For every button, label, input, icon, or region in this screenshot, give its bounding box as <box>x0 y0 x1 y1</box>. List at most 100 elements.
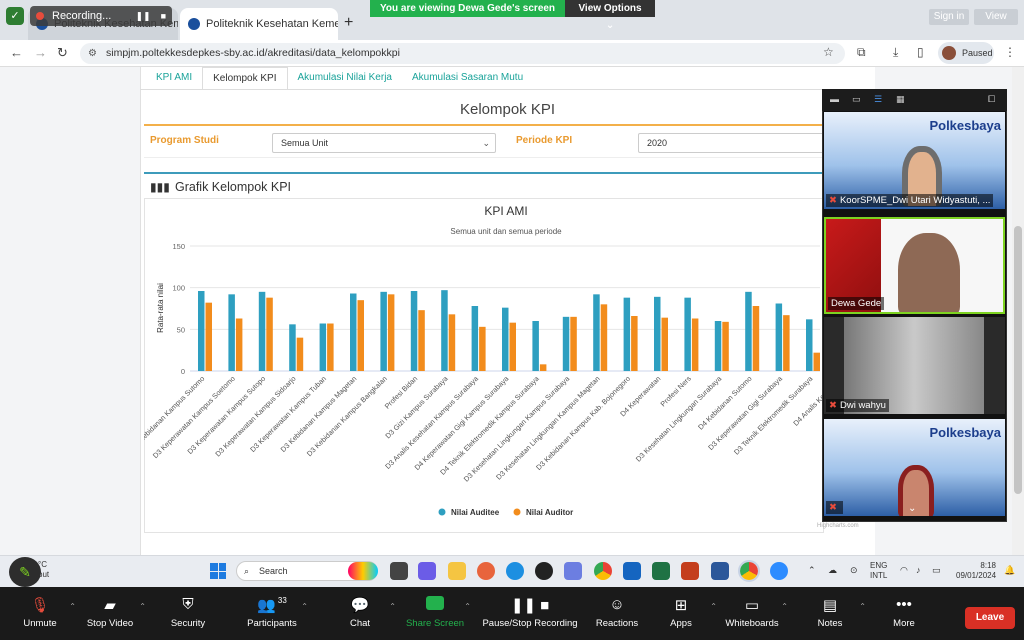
edge-icon[interactable] <box>506 562 524 580</box>
participant-name: ✖ KoorSPME_Dwi Utari Widyastuti, ... <box>826 194 994 207</box>
download-icon[interactable]: ⤓ <box>893 45 898 60</box>
participants-button[interactable]: 👥 33 Participants ⌃ <box>232 596 312 629</box>
dell-icon[interactable] <box>535 562 553 580</box>
program-studi-select[interactable]: Semua Unit ⌄ <box>272 133 496 153</box>
logo-text: Polkesbaya <box>929 425 1001 440</box>
apps-icon: ⊞ <box>674 597 688 614</box>
copilot-icon[interactable] <box>564 562 582 580</box>
share-screen-button[interactable]: Share Screen ⌃ <box>395 596 475 629</box>
back-icon[interactable]: ← <box>10 45 23 60</box>
sign-in-button[interactable]: Sign in <box>929 9 969 25</box>
zoom-app-icon[interactable] <box>770 562 788 580</box>
bar-auditor <box>631 316 638 371</box>
side-panel-icon[interactable]: ▯ <box>917 45 924 59</box>
recording-indicator[interactable]: Recording... ❚❚ ■ <box>30 6 172 26</box>
forward-icon[interactable]: → <box>34 45 47 60</box>
strip-view-icon[interactable]: ☰ <box>874 94 882 105</box>
chart-credit[interactable]: Highcharts.com <box>817 523 859 529</box>
site-info-icon[interactable]: ⚙ <box>88 43 97 64</box>
browser-tab-2[interactable]: Politeknik Kesehatan Kemenke ✕ <box>180 8 338 40</box>
y-axis-label: Rata-rata nilai <box>156 283 165 333</box>
profile-button[interactable]: Paused <box>938 42 994 64</box>
bar-auditor <box>448 314 456 371</box>
kpi-tabs: KPI AMI Kelompok KPI Akumulasi Nilai Ker… <box>146 67 533 89</box>
view-button[interactable]: View <box>974 9 1018 25</box>
powerpoint-icon[interactable] <box>681 562 699 580</box>
taskbar-clock[interactable]: 8:18 09/01/2024 <box>956 561 996 581</box>
bar-auditee <box>258 291 266 371</box>
site-favicon <box>188 18 200 30</box>
legend-label: Nilai Auditee <box>451 508 500 517</box>
menu-kebab-icon[interactable]: ⋮ <box>1004 45 1016 59</box>
tab-kpi-ami[interactable]: KPI AMI <box>146 67 202 89</box>
location-icon[interactable]: ⊙ <box>850 565 858 576</box>
tray-chevron-icon[interactable]: ⌃ <box>808 565 816 576</box>
widgets-icon[interactable] <box>348 562 378 580</box>
chart-subtitle: Semua unit dan semua periode <box>450 227 562 236</box>
stop-icon[interactable]: ■ <box>161 11 166 22</box>
extensions-icon[interactable]: ⧉ <box>857 45 866 60</box>
gallery-view-icon[interactable]: ▦ <box>896 94 905 105</box>
pause-icon[interactable]: ❚❚ <box>135 11 150 22</box>
tab-akumulasi-nilai-kerja[interactable]: Akumulasi Nilai Kerja <box>288 67 402 89</box>
teams-icon[interactable] <box>418 562 436 580</box>
reload-icon[interactable]: ↻ <box>57 45 68 61</box>
recording-label: Recording... <box>52 10 112 22</box>
new-tab-icon[interactable]: + <box>344 14 353 32</box>
file-explorer-icon[interactable] <box>448 562 466 580</box>
chrome-icon[interactable] <box>594 562 612 580</box>
stop-video-button[interactable]: ▰ Stop Video ⌃ <box>70 596 150 629</box>
address-bar: ← → ↻ ⚙ simpjm.poltekkesdepkes-sby.ac.id… <box>0 40 1024 67</box>
apps-button[interactable]: ⊞ Apps ⌃ <box>641 596 721 629</box>
minimize-icon[interactable]: ▬ <box>830 94 839 104</box>
battery-icon[interactable]: ▭ <box>932 565 941 576</box>
video-tile[interactable]: Polkesbaya ✖ <box>824 419 1005 516</box>
security-button[interactable]: ⛨ Security <box>148 596 228 629</box>
chevron-down-icon[interactable]: ⌄ <box>908 503 916 514</box>
tab-kelompok-kpi[interactable]: Kelompok KPI <box>202 67 288 89</box>
notification-bell-icon[interactable]: 🔔 <box>1004 565 1015 576</box>
scrollbar-thumb[interactable] <box>1014 226 1022 494</box>
video-tile[interactable]: ✖ Dwi wahyu <box>824 317 1005 414</box>
excel-icon[interactable] <box>652 562 670 580</box>
firefox-icon[interactable] <box>477 562 495 580</box>
participant-name: ✖ <box>826 501 843 514</box>
notes-button[interactable]: ▤ Notes ⌃ <box>790 596 870 629</box>
video-tile-active-speaker[interactable]: Dewa Gede <box>824 217 1005 314</box>
mail-icon[interactable] <box>623 562 641 580</box>
video-tile[interactable]: Polkesbaya ✖ KoorSPME_Dwi Utari Widyastut… <box>824 112 1005 209</box>
page-title: Kelompok KPI <box>459 101 556 118</box>
word-icon[interactable] <box>711 562 729 580</box>
screen-share-banner: You are viewing Dewa Gede's screen View … <box>370 0 655 31</box>
url-input[interactable]: ⚙ simpjm.poltekkesdepkes-sby.ac.id/akred… <box>80 43 845 64</box>
more-button[interactable]: ••• More <box>864 596 944 629</box>
periode-kpi-select[interactable]: 2020 <box>638 133 824 153</box>
chat-button[interactable]: 💬 Chat ⌃ <box>320 596 400 629</box>
speaker-view-icon[interactable]: ▭ <box>852 94 861 105</box>
bar-auditee <box>410 291 418 371</box>
wifi-icon[interactable]: ◠ <box>900 565 908 576</box>
exit-fullscreen-icon[interactable]: ⧠ <box>988 94 995 105</box>
bookmark-star-icon[interactable]: ☆ <box>823 45 834 59</box>
x-tick-label: D4 Kebidanan Sutomo <box>696 374 754 432</box>
whiteboards-button[interactable]: ▭ Whiteboards ⌃ <box>712 596 792 629</box>
language-indicator[interactable]: ENG INTL <box>870 561 887 581</box>
bar-auditee <box>714 321 722 371</box>
cloud-icon[interactable]: ☁ <box>828 565 837 576</box>
share-screen-icon <box>395 596 475 614</box>
share-message: You are viewing Dewa Gede's screen <box>370 0 566 17</box>
tab-akumulasi-sasaran-mutu[interactable]: Akumulasi Sasaran Mutu <box>402 67 533 89</box>
task-view-icon[interactable] <box>390 562 408 580</box>
unmute-button[interactable]: 🎙 Unmute ⌃ <box>0 596 80 629</box>
annotate-pencil-icon[interactable]: ✎ <box>9 557 41 587</box>
bar-auditor <box>509 322 516 371</box>
bar-auditor <box>661 317 668 371</box>
bar-auditee <box>562 316 570 371</box>
chrome-active-icon[interactable] <box>738 560 760 582</box>
windows-start-icon[interactable] <box>210 563 226 579</box>
volume-icon[interactable]: ♪ <box>916 565 921 575</box>
leave-button[interactable]: Leave <box>965 607 1015 629</box>
view-options-button[interactable]: View Options ⌄ <box>565 0 655 31</box>
pause-stop-recording-button[interactable]: ❚❚ ■ Pause/Stop Recording <box>478 596 582 629</box>
bar-auditor <box>722 321 729 371</box>
